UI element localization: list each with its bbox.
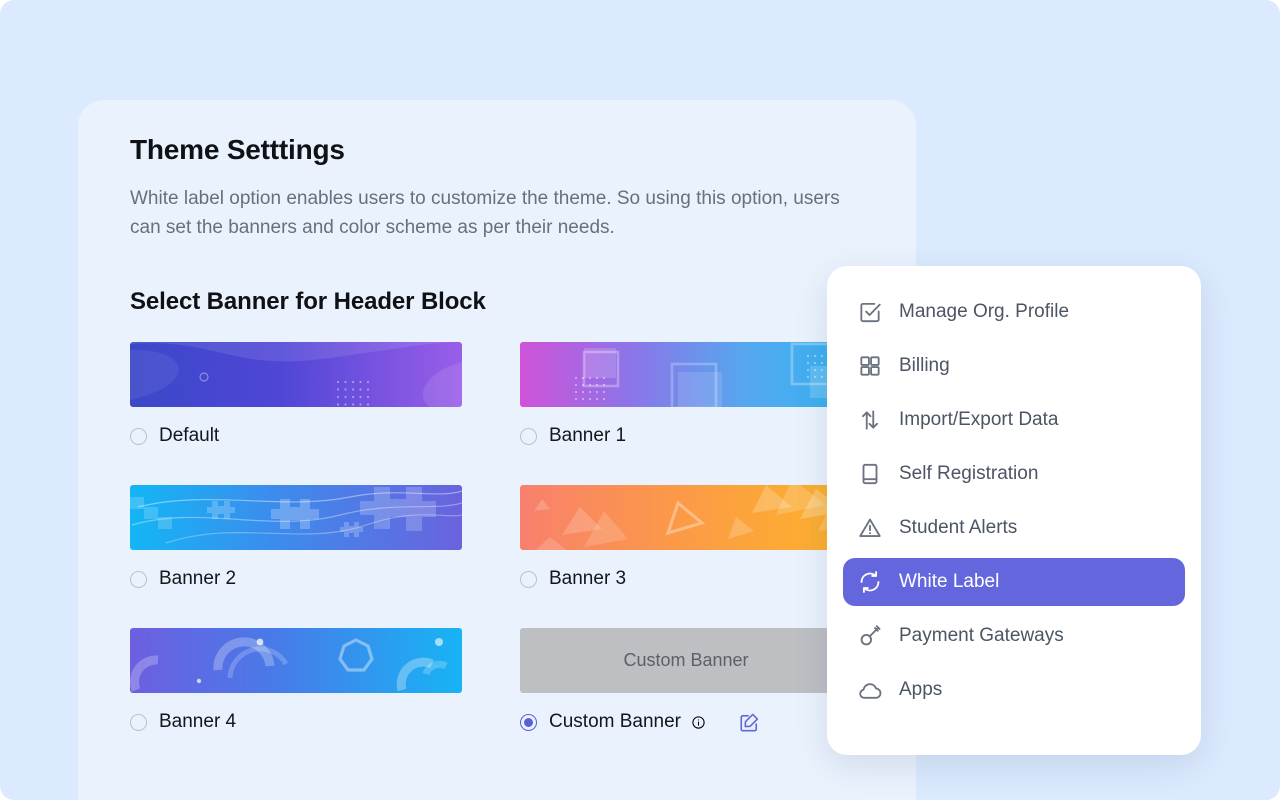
book-icon xyxy=(857,461,883,487)
menu-item-label: Import/Export Data xyxy=(899,409,1059,430)
banner-thumbnail-2[interactable] xyxy=(130,485,462,550)
key-icon xyxy=(857,623,883,649)
grid-squares-icon xyxy=(857,353,883,379)
banner-thumbnail-1[interactable] xyxy=(520,342,852,407)
banner-option-banner-4[interactable]: Banner 4 xyxy=(130,628,520,771)
menu-item-label: White Label xyxy=(899,571,1000,592)
radio-banner-3[interactable] xyxy=(520,570,537,588)
page-subtitle: White label option enables users to cust… xyxy=(130,188,840,238)
banner-option-row[interactable]: Banner 2 xyxy=(130,566,520,592)
banner-option-label: Banner 2 xyxy=(159,568,237,589)
menu-item-manage-org-profile[interactable]: Manage Org. Profile xyxy=(843,288,1185,336)
radio-banner-4[interactable] xyxy=(130,713,147,731)
menu-item-label: Self Registration xyxy=(899,463,1039,484)
menu-item-self-registration[interactable]: Self Registration xyxy=(843,450,1185,498)
menu-item-white-label[interactable]: White Label xyxy=(843,558,1185,606)
menu-item-label: Apps xyxy=(899,679,943,700)
banner-option-grid: Default Banner 1 Banner 2 Banner 3 Banner 4 C… xyxy=(130,342,916,771)
radio-banner-2[interactable] xyxy=(130,570,147,588)
menu-item-student-alerts[interactable]: Student Alerts xyxy=(843,504,1185,552)
section-title: Select Banner for Header Block xyxy=(130,288,486,315)
theme-settings-card: Theme Setttings White label option enabl… xyxy=(78,100,916,800)
app-root: Theme Setttings White label option enabl… xyxy=(0,0,1280,800)
menu-item-apps[interactable]: Apps xyxy=(843,666,1185,714)
custom-banner-placeholder[interactable]: Custom Banner xyxy=(520,628,852,693)
custom-banner-placeholder-text: Custom Banner xyxy=(623,650,749,670)
banner-option-banner-2[interactable]: Banner 2 xyxy=(130,485,520,628)
banner-option-row[interactable]: Default xyxy=(130,423,520,449)
menu-item-payment-gateways[interactable]: Payment Gateways xyxy=(843,612,1185,660)
banner-option-row[interactable]: Banner 4 xyxy=(130,709,520,735)
banner-option-label: Banner 4 xyxy=(159,711,237,732)
banner-thumbnail-3[interactable] xyxy=(520,485,852,550)
cloud-icon xyxy=(857,677,883,703)
banner-option-label: Banner 1 xyxy=(549,425,627,446)
radio-banner-1[interactable] xyxy=(520,427,537,445)
menu-item-label: Manage Org. Profile xyxy=(899,301,1070,322)
banner-option-default[interactable]: Default xyxy=(130,342,520,485)
banner-option-label: Default xyxy=(159,425,220,446)
menu-item-import-export-data[interactable]: Import/Export Data xyxy=(843,396,1185,444)
menu-item-label: Payment Gateways xyxy=(899,625,1064,646)
radio-default[interactable] xyxy=(130,427,147,445)
banner-option-label: Custom Banner xyxy=(549,711,682,732)
edit-square-pencil-icon[interactable] xyxy=(738,711,761,734)
refresh-sync-icon xyxy=(857,569,883,595)
up-down-arrows-icon xyxy=(857,407,883,433)
banner-thumbnail-4[interactable] xyxy=(130,628,462,693)
warning-triangle-icon xyxy=(857,515,883,541)
banner-option-label: Banner 3 xyxy=(549,568,627,589)
checkbox-check-icon xyxy=(857,299,883,325)
info-circle-icon[interactable] xyxy=(691,715,706,730)
page-title: Theme Setttings xyxy=(130,134,345,165)
radio-custom-banner[interactable] xyxy=(520,713,537,731)
menu-item-billing[interactable]: Billing xyxy=(843,342,1185,390)
menu-item-label: Student Alerts xyxy=(899,517,1018,538)
settings-menu-panel: Manage Org. Profile Billing Import/Export … xyxy=(827,266,1201,755)
menu-item-label: Billing xyxy=(899,355,950,376)
banner-thumbnail-default[interactable] xyxy=(130,342,462,407)
